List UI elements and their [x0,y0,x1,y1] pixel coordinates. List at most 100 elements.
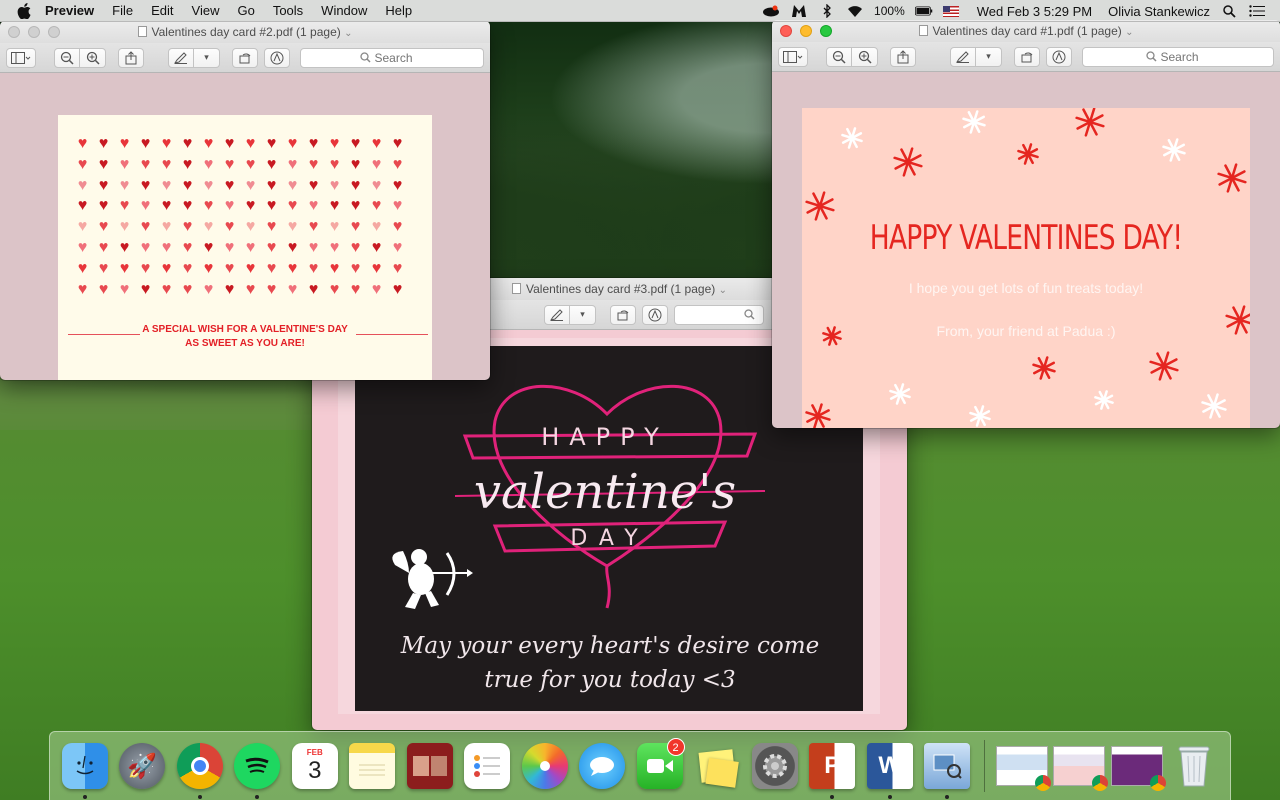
annotate-button[interactable] [642,304,668,325]
dock-notes[interactable] [344,736,402,796]
markup-pen-button[interactable] [168,47,194,68]
dock-chrome[interactable] [171,736,229,799]
dock-messages[interactable] [574,736,632,796]
battery-percent[interactable]: 100% [874,4,905,18]
title-chevron-icon[interactable]: ⌄ [719,285,727,296]
annotate-button[interactable] [1046,46,1072,67]
spotlight-search-icon[interactable] [1220,4,1238,18]
dock-photo-booth[interactable] [401,736,459,796]
dock-stickies[interactable] [689,736,747,796]
dock-photos[interactable] [516,736,574,796]
hearts-row: ♥ ♥ ♥ ♥ ♥ ♥ ♥ ♥ ♥ ♥ ♥ ♥ ♥ ♥ ♥ ♥ [74,156,414,173]
menu-user-name[interactable]: Olivia Stankewicz [1108,4,1210,19]
zoom-out-button[interactable] [826,46,852,67]
zoom-out-button[interactable] [54,47,80,68]
search-field[interactable] [674,304,764,325]
zoom-button[interactable] [48,26,60,38]
menu-datetime[interactable]: Wed Feb 3 5:29 PM [977,4,1092,19]
menu-help[interactable]: Help [385,3,412,18]
apple-menu-icon[interactable] [17,2,31,19]
sidebar-view-button[interactable] [778,46,808,67]
menu-app-name[interactable]: Preview [45,3,94,18]
dock-facetime[interactable]: 2 [631,736,689,796]
document-proxy-icon[interactable] [918,25,928,36]
dock-preview[interactable] [919,736,977,799]
markup-menu-button[interactable]: ▾ [570,304,596,325]
heart-icon: ♥ [266,259,277,277]
dock-minimized-window-1[interactable] [993,736,1051,796]
markup-pen-button[interactable] [544,304,570,325]
dock-system-preferences[interactable] [746,736,804,796]
minimize-button[interactable] [28,26,40,38]
heart-icon: ♥ [77,135,88,152]
menu-go[interactable]: Go [237,3,254,18]
heart-icon: ♥ [203,238,214,256]
sidebar-view-button[interactable] [6,47,36,68]
markup-menu-button[interactable]: ▾ [976,46,1002,67]
minimized-window-thumbnail [1110,746,1166,791]
menu-edit[interactable]: Edit [151,3,173,18]
malwarebytes-icon[interactable] [790,4,808,18]
dock-reminders[interactable] [459,736,517,796]
dock-finder[interactable] [56,736,114,799]
dock-trash[interactable] [1166,736,1224,796]
dock-powerpoint[interactable]: P [804,736,862,799]
title-chevron-icon[interactable]: ⌄ [344,28,352,39]
bluetooth-icon[interactable] [818,4,836,18]
menu-window[interactable]: Window [321,3,367,18]
wifi-icon[interactable] [846,4,864,18]
rotate-button[interactable] [232,47,258,68]
card-message-line1: May your every heart's desire come [400,633,820,659]
minimized-window-thumbnail [1053,746,1109,791]
stickies-icon [694,743,740,789]
dock-minimized-window-3[interactable] [1108,736,1166,796]
heart-icon: ♥ [203,135,214,152]
annotate-button[interactable] [264,47,290,68]
rotate-button[interactable] [1014,46,1040,67]
search-field[interactable] [1082,46,1274,67]
dock-word[interactable]: W [861,736,919,799]
search-input[interactable] [374,50,425,65]
minimize-button[interactable] [800,25,812,37]
dock-launchpad[interactable]: 🚀 [114,736,172,796]
zoom-button[interactable] [820,25,832,37]
search-input[interactable] [1160,49,1211,64]
window-titlebar[interactable]: Valentines day card #2.pdf (1 page) ⌄ [0,21,490,43]
zoom-button-group [54,47,106,68]
star-icon [962,110,986,134]
pen-icon [174,51,187,64]
zoom-in-button[interactable] [852,46,878,67]
window-titlebar[interactable]: Valentines day card #1.pdf (1 page) ⌄ [772,20,1280,42]
zoom-in-button[interactable] [80,47,106,68]
document-proxy-icon[interactable] [512,283,521,294]
messages-icon [579,743,626,789]
menu-file[interactable]: File [112,3,133,18]
dock-calendar[interactable]: FEB 3 [286,736,344,796]
dock-spotify[interactable] [229,736,287,799]
menu-tools[interactable]: Tools [273,3,303,18]
share-button[interactable] [890,46,916,67]
menu-view[interactable]: View [192,3,220,18]
markup-menu-button[interactable]: ▾ [194,47,220,68]
dock-minimized-window-2[interactable] [1051,736,1109,796]
rotate-button[interactable] [610,304,636,325]
search-field[interactable] [300,47,484,68]
markup-button-group: ▾ [950,46,1002,67]
heart-icon: ♥ [266,218,277,236]
document-proxy-icon[interactable] [137,26,147,37]
markup-pen-button[interactable] [950,46,976,67]
heart-icon: ♥ [182,155,193,173]
notification-center-icon[interactable] [1248,4,1266,18]
battery-icon[interactable] [914,4,933,18]
creative-cloud-icon[interactable] [762,4,780,18]
title-chevron-icon[interactable]: ⌄ [1125,27,1133,38]
share-button[interactable] [118,47,144,68]
close-button[interactable] [8,26,20,38]
window-controls [8,26,60,38]
close-button[interactable] [780,25,792,37]
heart-icon: ♥ [140,155,151,173]
preview-window-card2[interactable]: Valentines day card #2.pdf (1 page) ⌄ ▾ [0,21,490,380]
preview-window-card1[interactable]: Valentines day card #1.pdf (1 page) ⌄ ▾ [772,20,1280,428]
dock-separator [984,740,985,792]
input-source-flag-icon[interactable] [942,5,959,17]
